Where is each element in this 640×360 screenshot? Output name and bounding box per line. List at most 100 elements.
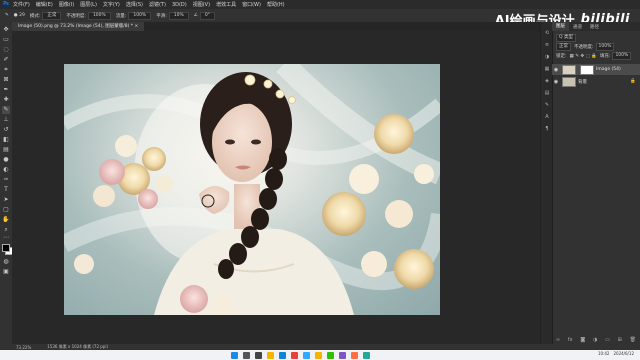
menu-layer[interactable]: 图层(L) (80, 1, 97, 8)
hand-icon[interactable]: ✋ (2, 216, 10, 224)
libraries-panel-icon[interactable]: ▦ (544, 66, 550, 72)
folder-icon[interactable] (314, 351, 322, 359)
layer-filter-row: Q 类型 (552, 34, 640, 42)
close-icon[interactable]: × (134, 24, 138, 29)
flow-field[interactable]: 100% (128, 11, 152, 20)
menu-edit[interactable]: 编辑(E) (36, 1, 53, 8)
type-icon[interactable]: T (2, 186, 10, 194)
menu-plugins[interactable]: 增效工具 (216, 1, 236, 8)
paragraph-panel-icon[interactable]: ¶ (544, 126, 550, 132)
edge-icon[interactable] (278, 351, 286, 359)
shape-icon[interactable]: ▢ (2, 206, 10, 214)
tab-channels[interactable]: 通道 (569, 24, 586, 30)
history-panel-icon[interactable]: ⟲ (544, 30, 550, 36)
path-select-icon[interactable]: ➤ (2, 196, 10, 204)
document-tab-label: Image (50).png @ 73.2% (Image (54), 图层蒙版… (18, 24, 134, 29)
app-icon[interactable] (338, 351, 346, 359)
app-icon[interactable] (362, 351, 370, 359)
canvas-image[interactable] (64, 64, 440, 315)
tray-time[interactable]: 10:42 (598, 351, 610, 356)
taskview-icon[interactable] (254, 351, 262, 359)
quick-select-icon[interactable]: ✐ (2, 56, 10, 64)
document-tab[interactable]: Image (50).png @ 73.2% (Image (54), 图层蒙版… (12, 22, 145, 31)
layer-row[interactable]: ◉ 背景 🔒 (552, 76, 640, 87)
new-layer-icon[interactable]: ⊞ (618, 337, 622, 343)
swatches-panel-icon[interactable]: ▤ (544, 90, 550, 96)
fill-field[interactable]: 100% (612, 52, 632, 60)
layer-thumbnail (562, 76, 576, 87)
layer-name: Image (54) (596, 67, 621, 72)
app-icon[interactable] (350, 351, 358, 359)
menu-filter[interactable]: 滤镜(T) (149, 1, 166, 8)
wechat-icon[interactable] (326, 351, 334, 359)
layer-kind-filter[interactable]: Q 类型 (556, 34, 576, 42)
menu-window[interactable]: 窗口(W) (242, 1, 261, 8)
menu-select[interactable]: 选择(S) (126, 1, 143, 8)
tray-date[interactable]: 2024/6/12 (613, 351, 634, 356)
frame-icon[interactable]: ⊠ (2, 76, 10, 84)
adjustment-icon[interactable]: ◑ (593, 337, 597, 343)
layer-mask-thumbnail[interactable] (580, 64, 594, 75)
brush-panel-icon[interactable]: ✎ (544, 102, 550, 108)
marquee-icon[interactable]: ▭ (2, 36, 10, 44)
opacity-label: 不透明度: (66, 13, 86, 19)
crop-icon[interactable]: ⌗ (2, 66, 10, 74)
blur-icon[interactable]: ● (2, 156, 10, 164)
menu-type[interactable]: 文字(Y) (103, 1, 120, 8)
brush-size[interactable]: ● 29 (14, 13, 25, 18)
screen-mode-icon[interactable]: ▣ (2, 268, 10, 276)
smooth-field[interactable]: 10% (168, 11, 189, 20)
gradient-icon[interactable]: ▤ (2, 146, 10, 154)
dodge-icon[interactable]: ◐ (2, 166, 10, 174)
lock-icons[interactable]: ▦ ✎ ✥ ⬚ 🔒 (570, 54, 597, 59)
brush-icon[interactable]: ✎ (2, 106, 10, 114)
menu-help[interactable]: 帮助(H) (267, 1, 285, 8)
group-icon[interactable]: ▭ (605, 337, 610, 343)
trash-icon[interactable]: 🗑 (630, 337, 636, 343)
eraser-icon[interactable]: ◧ (2, 136, 10, 144)
eye-icon[interactable]: ◉ (552, 79, 560, 85)
more-icon[interactable]: ⋯ (2, 234, 10, 242)
angle-field[interactable]: 0° (199, 11, 215, 20)
menu-3d[interactable]: 3D(D) (172, 2, 187, 8)
brush-tool-icon[interactable]: ✎ (5, 13, 9, 18)
zoom-icon[interactable]: ⌕ (2, 226, 10, 234)
properties-panel-icon[interactable]: ≡ (544, 42, 550, 48)
pen-icon[interactable]: ✑ (2, 176, 10, 184)
color-panel-icon[interactable]: ◈ (544, 78, 550, 84)
chrome-icon[interactable] (290, 351, 298, 359)
history-brush-icon[interactable]: ↺ (2, 126, 10, 134)
quick-mask-icon[interactable]: ◍ (2, 258, 10, 266)
stamp-icon[interactable]: ⊥ (2, 116, 10, 124)
zoom-level[interactable]: 73.22% (16, 345, 31, 350)
explorer-icon[interactable] (266, 351, 274, 359)
character-panel-icon[interactable]: A (544, 114, 550, 120)
photoshop-logo[interactable]: Ps (2, 1, 10, 8)
mask-icon[interactable]: ◙ (580, 337, 585, 343)
tab-layers[interactable]: 图层 (552, 22, 569, 31)
fx-icon[interactable]: fx (568, 337, 573, 343)
photoshop-icon[interactable] (302, 351, 310, 359)
blend-mode-select[interactable]: 正常 (556, 43, 571, 51)
tab-paths[interactable]: 路径 (586, 24, 603, 30)
search-icon[interactable] (242, 351, 250, 359)
angle-icon[interactable]: ∠ (194, 13, 198, 18)
opacity-field[interactable]: 100% (87, 11, 111, 20)
menu-view[interactable]: 视图(V) (193, 1, 210, 8)
adjustments-panel-icon[interactable]: ◑ (544, 54, 550, 60)
windows-icon[interactable] (230, 351, 238, 359)
healing-icon[interactable]: ✚ (2, 96, 10, 104)
mode-select[interactable]: 正常 (42, 11, 62, 20)
eyedropper-icon[interactable]: ✒ (2, 86, 10, 94)
layer-opacity-field[interactable]: 100% (595, 43, 615, 51)
menu-file[interactable]: 文件(F) (13, 1, 30, 8)
link-icon[interactable]: ∞ (556, 337, 560, 343)
foreground-color-swatch[interactable] (2, 244, 10, 252)
panel-tabs: 图层 通道 路径 (552, 22, 640, 31)
menu-image[interactable]: 图像(I) (59, 1, 74, 8)
move-icon[interactable]: ✥ (2, 26, 10, 34)
eye-icon[interactable]: ◉ (552, 67, 560, 73)
lasso-icon[interactable]: ◌ (2, 46, 10, 54)
lock-row: 锁定: ▦ ✎ ✥ ⬚ 🔒 填充: 100% (552, 52, 640, 60)
layer-row[interactable]: ◉ Image (54) (552, 64, 640, 75)
